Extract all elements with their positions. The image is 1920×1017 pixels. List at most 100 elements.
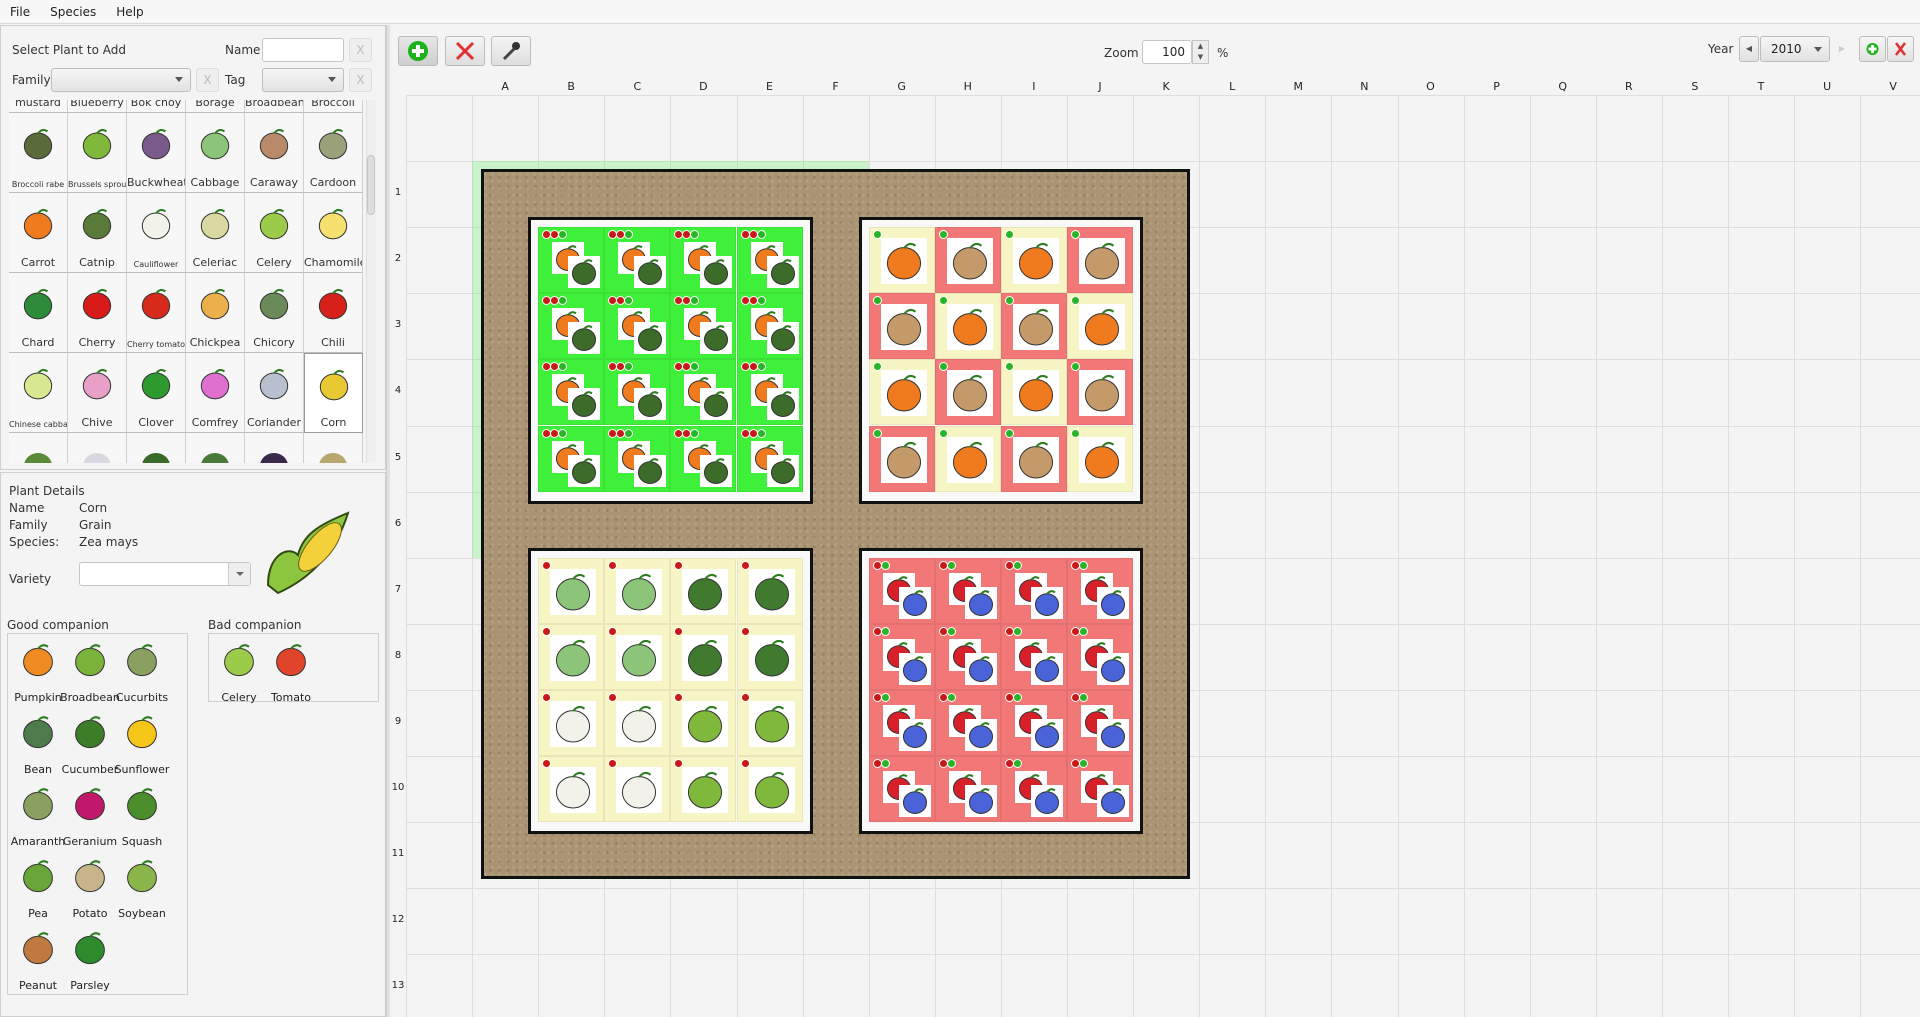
palette-item[interactable]: Cabbage [186,113,245,193]
palette-item[interactable]: mustard [9,100,68,113]
palette-item[interactable] [304,433,363,463]
palette-item[interactable]: Broccoli rabe [9,113,68,193]
bed-cell[interactable] [670,359,737,426]
palette-item[interactable] [68,433,127,463]
companion-item[interactable]: Peanut [12,924,64,996]
bed-cell[interactable] [604,425,671,492]
bed-cell[interactable] [868,756,935,822]
bed-cell[interactable] [1000,557,1067,624]
palette-item[interactable]: Cherry [68,273,127,353]
palette-item[interactable] [9,433,68,463]
palette-item[interactable]: Chinese cabbage [9,353,68,433]
palette-item[interactable] [127,433,186,463]
bed-cell[interactable] [1067,689,1133,756]
bed-cell[interactable] [604,689,671,756]
bed-cell[interactable] [736,425,803,492]
palette-item[interactable]: Chickpea [186,273,245,353]
bed-cell[interactable] [934,557,1001,624]
variety-select[interactable] [79,562,251,586]
bed-cell[interactable] [604,227,671,294]
bed-cell[interactable] [604,756,671,822]
palette-item[interactable]: Clover [127,353,186,433]
bed-cell[interactable] [1000,293,1067,360]
clear-family-button[interactable]: X [196,68,219,92]
palette-item[interactable]: Chili [304,273,363,353]
bed-cell[interactable] [868,557,935,624]
menu-species[interactable]: Species [50,5,96,19]
bed-cell[interactable] [934,756,1001,822]
bed-cell[interactable] [1000,689,1067,756]
delete-plant-button[interactable] [445,36,485,66]
bed-cell[interactable] [670,623,737,690]
companion-item[interactable]: Squash [116,780,168,852]
bed-cell[interactable] [670,756,737,822]
palette-item[interactable]: Cherry tomato [127,273,186,353]
bed-cell[interactable] [934,623,1001,690]
garden-canvas[interactable]: A B C D E F G H I J K L M N O P Q R S T U V 1 2 3 4 5 6 7 8 9 10 11 12 13 [390,78,1920,1017]
palette-item[interactable]: Celeriac [186,193,245,273]
bed-cell[interactable] [604,359,671,426]
palette-item[interactable]: Blueberry [68,100,127,113]
delete-year-button[interactable] [1887,36,1914,62]
companion-item[interactable]: Celery [213,636,265,708]
palette-scroll-thumb[interactable] [367,155,375,215]
bed-cell[interactable] [1067,425,1133,492]
bed-cell[interactable] [868,425,935,492]
menu-help[interactable]: Help [116,5,143,19]
bed-cell[interactable] [670,293,737,360]
bed-cell[interactable] [670,425,737,492]
palette-item[interactable] [186,433,245,463]
companion-item[interactable]: Amaranth [11,780,65,852]
palette-item[interactable]: Cardoon [304,113,363,193]
palette-item[interactable]: Brussels sprouts [68,113,127,193]
bed-cell[interactable] [1000,425,1067,492]
family-select[interactable] [51,68,191,92]
bed-cell[interactable] [1000,756,1067,822]
palette-item[interactable]: Bok choy [127,100,186,113]
clear-tag-button[interactable]: X [349,68,372,92]
bed-cell[interactable] [538,425,605,492]
bed-cell[interactable] [1000,623,1067,690]
palette-item[interactable]: Borage [186,100,245,113]
year-select[interactable]: 2010 [1760,36,1830,62]
bed-cell[interactable] [736,557,803,624]
companion-item[interactable]: Potato [64,852,116,924]
name-search-input[interactable] [262,38,344,62]
palette-item[interactable]: Cauliflower [127,193,186,273]
companion-item[interactable]: Soybean [116,852,168,924]
palette-item[interactable]: Broccoli [304,100,363,113]
companion-item[interactable]: Bean [12,708,64,780]
palette-item[interactable]: Celery [245,193,304,273]
bed-cell[interactable] [736,689,803,756]
bed-cell[interactable] [1067,359,1133,426]
bed-cell[interactable] [1067,227,1133,294]
palette-item[interactable]: Coriander [245,353,304,433]
bed-cell[interactable] [1067,557,1133,624]
bed-cell[interactable] [934,359,1001,426]
clear-name-button[interactable]: X [349,38,372,62]
bed-cell[interactable] [868,227,935,294]
companion-item[interactable]: Tomato [265,636,317,708]
palette-item[interactable]: Comfrey [186,353,245,433]
companion-item[interactable]: Cucurbits [116,636,168,708]
companion-item[interactable]: Sunflower [115,708,169,780]
menu-file[interactable]: File [10,5,30,19]
bed-cell[interactable] [1000,227,1067,294]
year-next-button[interactable]: ▶ [1832,36,1852,62]
zoom-input[interactable]: 100 [1142,40,1192,64]
bed-cell[interactable] [736,756,803,822]
eyedropper-button[interactable] [491,36,531,66]
bed-cell[interactable] [1000,359,1067,426]
bed-cell[interactable] [1067,623,1133,690]
bed-cell[interactable] [538,227,605,294]
palette-item[interactable] [245,433,304,463]
bed-cell[interactable] [934,689,1001,756]
add-year-button[interactable] [1859,36,1886,62]
companion-item[interactable]: Cucumber [62,708,118,780]
bed-cell[interactable] [1067,293,1133,360]
companion-item[interactable]: Pumpkin [12,636,64,708]
bed-cell[interactable] [868,623,935,690]
bed-cell[interactable] [934,293,1001,360]
palette-item[interactable]: Buckwheat [127,113,186,193]
companion-item[interactable]: Geranium [63,780,117,852]
